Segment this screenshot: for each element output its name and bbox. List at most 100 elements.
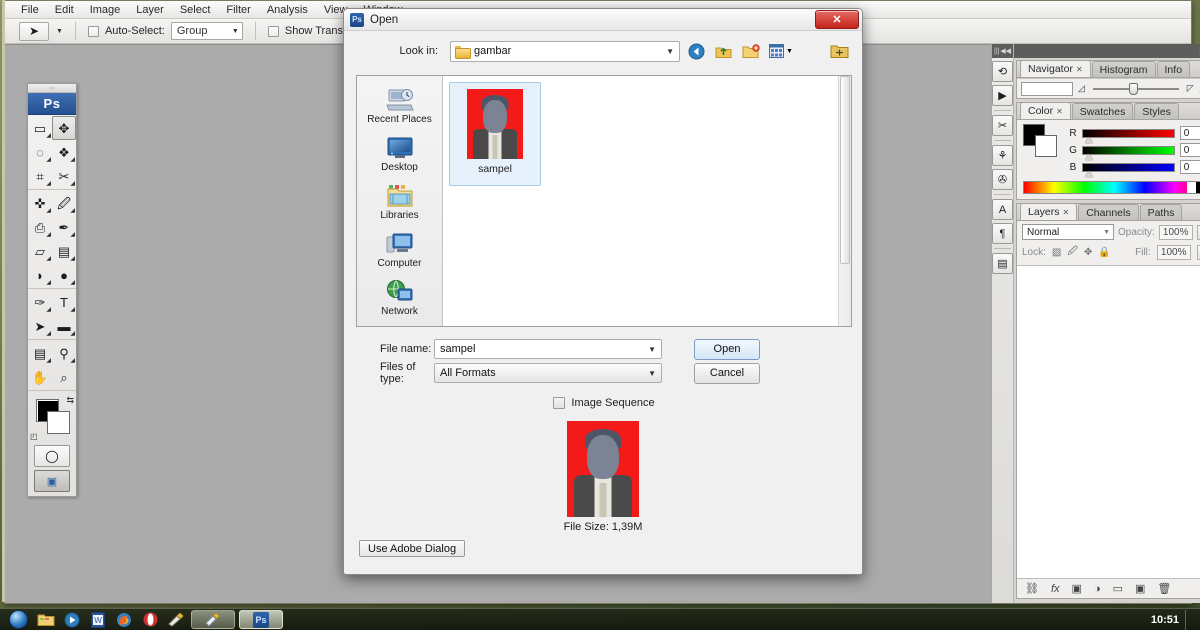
auto-select-checkbox[interactable] [87,25,99,37]
rectangular-marquee-tool-icon[interactable]: ▭ ◢ [28,116,52,140]
red-value-input[interactable]: 0 [1179,126,1200,140]
taskbar-clock[interactable]: 10:51 [1151,614,1179,626]
white-swatch[interactable] [1186,182,1196,193]
link-layers-icon[interactable]: ⛓ [1025,582,1039,595]
open-button[interactable]: Open [694,338,760,360]
layer-mask-icon[interactable]: ▣ [1072,582,1082,595]
chevron-down-icon[interactable]: ▼ [648,345,659,354]
character-icon[interactable]: A [992,199,1013,220]
tab-swatches[interactable]: Swatches [1071,103,1134,119]
default-colors-icon[interactable]: ◰ [30,433,38,441]
menu-item-select[interactable]: Select [172,3,219,17]
back-navigation-icon[interactable] [686,41,707,62]
actions-icon[interactable]: ▶ [992,85,1013,106]
navigator-zoom-slider[interactable] [1092,82,1179,95]
blue-slider[interactable] [1082,162,1175,177]
crop-tool-icon[interactable]: ⌗ ◢ [28,164,52,188]
pen-tool-icon[interactable]: ✑ ◢ [28,290,52,314]
notes-tool-icon[interactable]: ▤ ◢ [28,341,52,365]
menu-item-image[interactable]: Image [82,3,129,17]
zoom-in-icon[interactable]: ◸ [1187,83,1194,94]
history-icon[interactable]: ⟲ [992,61,1013,82]
color-spectrum-ramp[interactable] [1023,181,1200,194]
lock-position-icon[interactable]: ✥ [1084,247,1092,258]
red-slider-handle[interactable] [1085,136,1093,143]
place-network[interactable]: Network [359,274,441,322]
zoom-tool-icon[interactable]: ⌕ [52,365,76,389]
organize-icon[interactable] [829,41,850,62]
tab-paths[interactable]: Paths [1139,204,1183,220]
move-tool-icon[interactable]: ✥ [51,116,76,140]
show-transform-controls-checkbox[interactable] [267,25,279,37]
dialog-titlebar[interactable]: Ps Open ✕ [344,9,862,31]
tab-histogram[interactable]: Histogram [1091,61,1156,77]
blue-value-input[interactable]: 0 [1179,160,1200,174]
opera-icon[interactable] [137,610,163,630]
delete-layer-icon[interactable]: 🗑 [1157,582,1171,595]
auto-select-dropdown[interactable]: Group ▼ [170,22,243,40]
background-color-swatch[interactable] [47,411,70,434]
magic-wand-tool-icon[interactable]: ❖ ◢ [52,140,76,164]
close-icon[interactable]: ✕ [1063,208,1070,217]
blend-mode-dropdown[interactable]: Normal ▼ [1022,224,1114,240]
eyedropper-tool-icon[interactable]: ⚲ ◢ [52,341,76,365]
panel-column-header[interactable]: ▶▶ [1014,44,1200,58]
file-name-input[interactable]: sampel ▼ [434,339,662,359]
layer-style-icon[interactable]: fx [1051,583,1060,595]
fill-input[interactable]: 100% [1156,245,1191,260]
menu-item-edit[interactable]: Edit [47,3,82,17]
spot-healing-brush-tool-icon[interactable]: ✜ ◢ [28,191,52,215]
menu-item-layer[interactable]: Layer [128,3,172,17]
close-icon[interactable]: ✕ [1056,107,1063,116]
blue-slider-handle[interactable] [1085,170,1093,177]
blur-tool-icon[interactable]: ◗ ◢ [28,263,52,287]
lock-all-icon[interactable]: 🔒 [1098,247,1110,258]
rectangle-tool-icon[interactable]: ▬ ◢ [52,314,76,338]
brush-tool-icon[interactable]: 🖉 ◢ [52,191,76,215]
clone-source-icon[interactable]: ⚘ [992,145,1013,166]
new-group-icon[interactable]: ▭ [1113,582,1123,595]
taskbar-window-photoshop[interactable]: Ps [239,610,283,629]
tab-info[interactable]: Info [1156,61,1191,77]
views-dropdown-icon[interactable]: ▼ [767,41,795,62]
swap-colors-icon[interactable]: ⇆ [66,395,74,406]
opacity-input[interactable]: 100% [1158,224,1193,240]
lasso-tool-icon[interactable]: ◌ ◢ [28,140,52,164]
green-slider[interactable] [1082,145,1175,160]
zoom-out-icon[interactable]: ◿ [1078,83,1085,94]
tab-styles[interactable]: Styles [1134,103,1179,119]
gradient-tool-icon[interactable]: ▤ ◢ [52,239,76,263]
up-one-level-icon[interactable] [713,41,734,62]
zoom-slider-handle[interactable] [1128,82,1138,95]
slice-tool-icon[interactable]: ✂ ◢ [52,164,76,188]
firefox-icon[interactable] [111,610,137,630]
create-new-folder-icon[interactable] [740,41,761,62]
screen-mode-icon[interactable]: ▣ [34,470,70,492]
move-tool-icon[interactable]: ➤ [19,21,49,41]
paragraph-icon[interactable]: ¶ [992,223,1013,244]
close-icon[interactable]: ✕ [1076,65,1083,74]
chevron-down-icon[interactable]: ▼ [648,369,659,378]
brushes-icon[interactable]: ✇ [992,169,1013,190]
menu-item-analysis[interactable]: Analysis [259,3,316,17]
menu-item-file[interactable]: File [13,3,47,17]
file-list-scrollbar[interactable] [838,76,851,326]
file-item-sampel[interactable]: sampel [449,82,541,186]
tab-navigator[interactable]: Navigator ✕ [1020,60,1091,77]
tool-presets-icon[interactable]: ✂ [992,115,1013,136]
files-of-type-dropdown[interactable]: All Formats ▼ [434,363,662,383]
layers-list[interactable] [1017,265,1200,579]
media-player-icon[interactable] [59,610,85,630]
black-swatch[interactable] [1195,182,1200,193]
use-adobe-dialog-button[interactable]: Use Adobe Dialog [359,540,466,557]
history-brush-tool-icon[interactable]: ✒ ◢ [52,215,76,239]
adjustment-layer-icon[interactable]: ◑ [1094,583,1101,595]
strip-drag-handle[interactable]: ||| ◀◀ [992,44,1013,58]
background-color-swatch[interactable] [1035,135,1057,157]
start-button[interactable] [3,609,33,630]
layer-comps-icon[interactable]: ▤ [992,253,1013,274]
lock-image-pixels-icon[interactable]: 🖉 [1067,244,1078,261]
image-sequence-checkbox[interactable] [553,397,566,409]
show-desktop-button[interactable] [1185,609,1194,630]
eraser-tool-icon[interactable]: ▱ ◢ [28,239,52,263]
